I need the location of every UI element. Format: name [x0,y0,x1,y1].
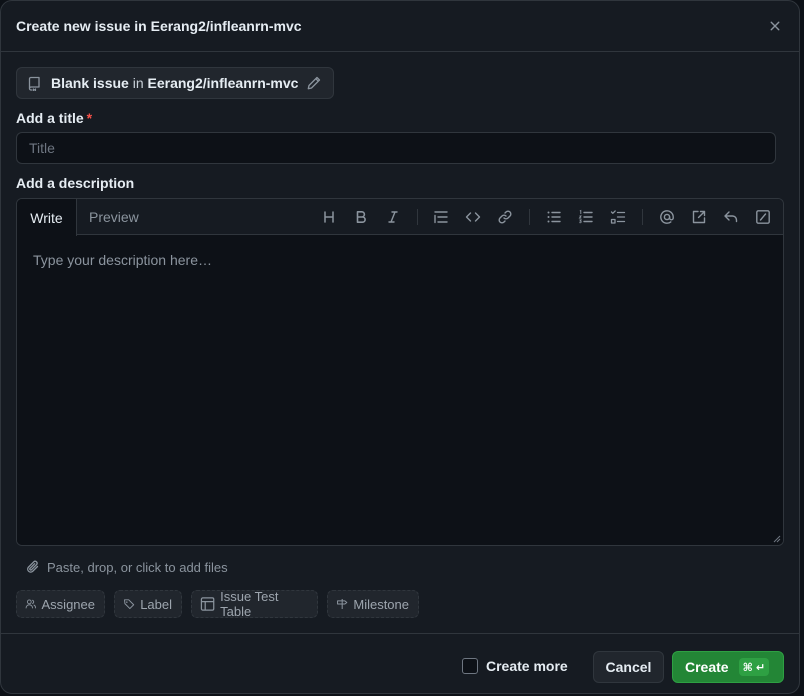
cancel-button[interactable]: Cancel [593,651,664,683]
tab-write[interactable]: Write [17,199,77,236]
mention-icon [660,210,674,224]
dialog-header: Create new issue in Eerang2/infleanrn-mv… [1,1,799,52]
milestone-label: Milestone [353,596,409,612]
bold-icon [356,211,366,223]
paperclip-icon [27,560,39,573]
create-more-label: Create more [486,658,568,674]
link-icon [498,210,512,224]
create-more-checkbox[interactable] [462,658,478,674]
reference-button[interactable] [689,207,709,227]
task-list-button[interactable] [608,207,628,227]
create-issue-dialog: Create new issue in Eerang2/infleanrn-mv… [0,0,800,694]
ordered-list-icon [578,209,593,224]
slash-command-icon [756,210,770,224]
unordered-list-button[interactable] [544,207,564,227]
link-button[interactable] [495,207,515,227]
reply-button[interactable] [721,207,741,227]
assignee-label: Assignee [41,596,95,612]
reference-icon [692,210,706,224]
reply-icon [724,211,738,223]
keyboard-shortcut: ⌘ ↵ [738,658,770,676]
template-selector[interactable]: Blank issue in Eerang2/infleanrn-mvc [16,67,334,99]
code-icon [465,212,481,222]
create-label: Create [685,659,729,675]
tag-icon [124,599,135,610]
toolbar-divider [529,209,530,225]
ordered-list-button[interactable] [576,207,596,227]
slash-command-button[interactable] [753,207,773,227]
attach-text: Paste, drop, or click to add files [47,559,228,575]
command-key-icon: ⌘ [742,660,753,674]
tab-preview[interactable]: Preview [89,199,139,235]
template-connector: in [132,75,144,91]
label-label: Label [140,596,172,612]
italic-button[interactable] [383,207,403,227]
toolbar-divider [417,209,418,225]
template-repo: Eerang2/infleanrn-mvc [147,75,299,91]
code-button[interactable] [463,207,483,227]
task-list-icon [610,210,626,224]
description-label: Add a description [16,175,135,191]
dialog-footer: Create more Cancel Create ⌘ ↵ [1,633,799,693]
quote-icon [434,211,448,224]
attach-files[interactable]: Paste, drop, or click to add files [25,559,228,575]
pencil-icon[interactable] [306,75,322,91]
table-icon [200,597,215,611]
description-editor: Write Preview [16,198,784,546]
description-textarea[interactable] [17,236,783,545]
label-button[interactable]: Label [114,590,182,618]
title-label: Add a title * [16,110,93,126]
bold-button[interactable] [351,207,371,227]
enter-key-icon: ↵ [755,660,766,674]
metadata-row: Assignee Label Issue Test Table Mileston… [16,589,419,619]
editor-toolbar: Write Preview [17,199,783,236]
x-icon [770,21,780,31]
heading-button[interactable] [319,207,339,227]
title-input[interactable] [16,132,776,164]
unordered-list-icon [547,211,561,223]
template-name: Blank issue [51,75,129,91]
quote-button[interactable] [431,207,451,227]
repo-icon [28,76,40,91]
italic-icon [388,211,398,223]
assignee-button[interactable]: Assignee [16,590,105,618]
create-more-toggle[interactable]: Create more [462,658,568,674]
people-icon [25,599,36,609]
project-label: Issue Test Table [220,589,279,619]
mention-button[interactable] [657,207,677,227]
dialog-title: Create new issue in Eerang2/infleanrn-mv… [16,18,302,34]
toolbar-divider [642,209,643,225]
create-button[interactable]: Create ⌘ ↵ [672,651,784,683]
close-button[interactable] [765,16,785,36]
milestone-button[interactable]: Milestone [327,590,419,618]
required-mark: * [86,110,93,126]
milestone-icon [337,598,348,610]
project-button[interactable]: Issue Test Table [191,589,318,619]
resize-grip-icon[interactable] [771,533,781,543]
heading-icon [324,211,334,223]
